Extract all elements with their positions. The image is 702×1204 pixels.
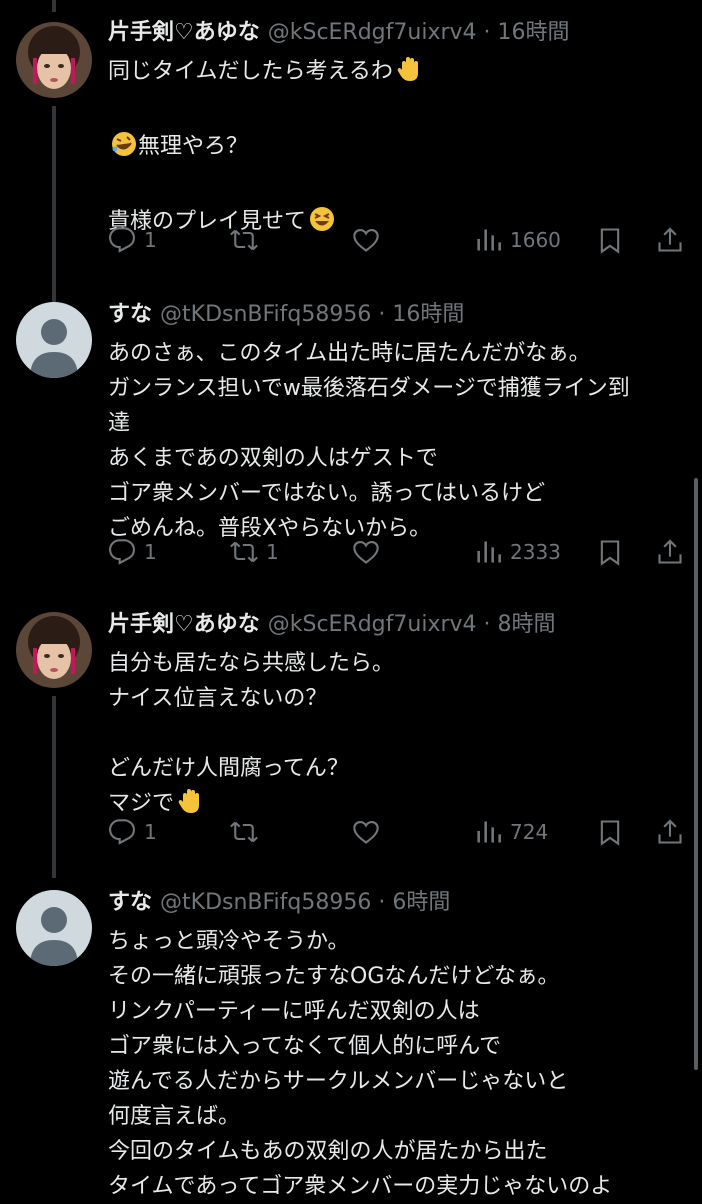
text-line: 同じタイムだしたら考えるわ [108, 59, 393, 84]
timestamp[interactable]: 16時間 [498, 20, 570, 45]
share-icon [658, 819, 682, 844]
reply-button[interactable]: 1 [108, 534, 157, 570]
retweet-icon [230, 541, 258, 563]
views-icon [477, 229, 501, 251]
action-bar: 1 1 2333 [108, 534, 688, 570]
text-line: ゴア衆には入ってなくて個人的に呼んで [108, 1034, 502, 1059]
thread-line [52, 696, 56, 878]
avatar-suna[interactable] [16, 890, 92, 966]
handle[interactable]: @kScERdgf7uixrv4 [268, 612, 477, 637]
tweet-header: 片手剣♡あゆな @kScERdgf7uixrv4 · 16時間 [108, 20, 570, 45]
display-name[interactable]: 片手剣♡あゆな [108, 20, 260, 45]
text-line: 自分も居たなら共感したら。 [108, 651, 395, 676]
tweet-header: 片手剣♡あゆな @kScERdgf7uixrv4 · 8時間 [108, 612, 556, 637]
tweet-text: 同じタイムだしたら考えるわ 無理やろ？ 貴様のプレイ見せて [108, 54, 688, 244]
text-line: 無理やろ？ [138, 134, 249, 159]
text-line: リンクパーティーに呼んだ双剣の人は [108, 999, 480, 1024]
view-count: 2333 [510, 540, 561, 564]
text-line: 遊んでる人だからサークルメンバーじゃないと [108, 1069, 569, 1094]
view-count: 724 [510, 820, 549, 844]
text-line: 何度言えば。 [108, 1104, 241, 1129]
text-line: あくまであの双剣の人はゲストで [108, 446, 438, 471]
views-button[interactable]: 2333 [474, 534, 561, 570]
rolling-laughing-emoji [110, 130, 138, 169]
like-button[interactable] [352, 534, 380, 570]
bookmark-icon [600, 820, 620, 846]
bookmark-button[interactable] [596, 534, 624, 570]
views-button[interactable]: 1660 [474, 222, 561, 258]
avatar-ayuna[interactable] [16, 22, 92, 98]
reply-count: 1 [144, 540, 157, 564]
text-line: 達 [108, 411, 131, 436]
like-button[interactable] [352, 222, 380, 258]
bookmark-icon [600, 540, 620, 566]
scrollbar[interactable] [694, 478, 698, 1070]
share-icon [658, 539, 682, 564]
text-line: 今回のタイムもあの双剣の人が居たから出た [108, 1139, 548, 1164]
retweet-button[interactable] [230, 814, 266, 850]
action-bar: 1 1660 [108, 222, 688, 258]
reply-icon [108, 539, 136, 565]
views-icon [477, 821, 501, 843]
action-bar: 1 724 [108, 814, 688, 850]
text-line: ゴア衆メンバーではない。誘ってはいるけど [108, 481, 546, 506]
avatar-suna[interactable] [16, 302, 92, 378]
avatar-ayuna[interactable] [16, 612, 92, 688]
text-line: どんだけ人間腐ってん？ [108, 756, 349, 781]
retweet-button[interactable] [230, 222, 266, 258]
share-button[interactable] [656, 222, 684, 258]
tweet-text: ちょっと頭冷やそうか。その一緒に頑張ったすなOGなんだけどなぁ。 リンクパーティー… [108, 924, 688, 1204]
handle[interactable]: @kScERdgf7uixrv4 [268, 20, 477, 45]
retweet-icon [230, 229, 258, 251]
timestamp[interactable]: 6時間 [392, 890, 450, 915]
retweet-icon [230, 821, 258, 843]
thread-line [52, 0, 56, 12]
tweet-header: すな @tKDsnBFifq58956 · 6時間 [108, 890, 451, 915]
display-name[interactable]: 片手剣♡あゆな [108, 612, 260, 637]
display-name[interactable]: すな [108, 890, 152, 915]
raised-hand-emoji [395, 55, 423, 94]
text-line: マジで [108, 791, 175, 816]
reply-button[interactable]: 1 [108, 814, 157, 850]
like-icon [353, 821, 379, 844]
like-icon [353, 541, 379, 564]
share-button[interactable] [656, 814, 684, 850]
views-button[interactable]: 724 [474, 814, 548, 850]
bookmark-icon [600, 228, 620, 254]
share-button[interactable] [656, 534, 684, 570]
retweet-count: 1 [266, 540, 279, 564]
text-line: ちょっと頭冷やそうか。 [108, 929, 350, 954]
tweet-header: すな @tKDsnBFifq58956 · 16時間 [108, 302, 465, 327]
text-line: ガンランス担いでw最後落石ダメージで捕獲ライン到 [108, 376, 630, 401]
share-icon [658, 227, 682, 252]
views-icon [477, 541, 501, 563]
text-line: あのさぁ、このタイム出た時に居たんだがなぁ。 [108, 341, 591, 366]
text-line: その一緒に頑張ったすなOGなんだけどなぁ。 [108, 964, 560, 989]
reply-count: 1 [144, 820, 157, 844]
like-button[interactable] [352, 814, 380, 850]
bookmark-button[interactable] [596, 814, 624, 850]
tweet-text: 自分も居たなら共感したら。 ナイス位言えないの？ どんだけ人間腐ってん？ マジで [108, 646, 688, 826]
display-name[interactable]: すな [108, 302, 152, 327]
tweet-text: あのさぁ、このタイム出た時に居たんだがなぁ。ガンランス担いでw最後落石ダメージで… [108, 336, 688, 546]
timestamp[interactable]: 16時間 [392, 302, 464, 327]
timestamp[interactable]: 8時間 [498, 612, 556, 637]
like-icon [353, 229, 379, 252]
view-count: 1660 [510, 228, 561, 252]
handle[interactable]: @tKDsnBFifq58956 [160, 302, 371, 327]
reply-icon [108, 227, 136, 253]
reply-button[interactable]: 1 [108, 222, 157, 258]
handle[interactable]: @tKDsnBFifq58956 [160, 890, 371, 915]
reply-icon [108, 819, 136, 845]
bookmark-button[interactable] [596, 222, 624, 258]
retweet-button[interactable]: 1 [230, 534, 279, 570]
text-line: ナイス位言えないの？ [108, 686, 328, 711]
reply-count: 1 [144, 228, 157, 252]
